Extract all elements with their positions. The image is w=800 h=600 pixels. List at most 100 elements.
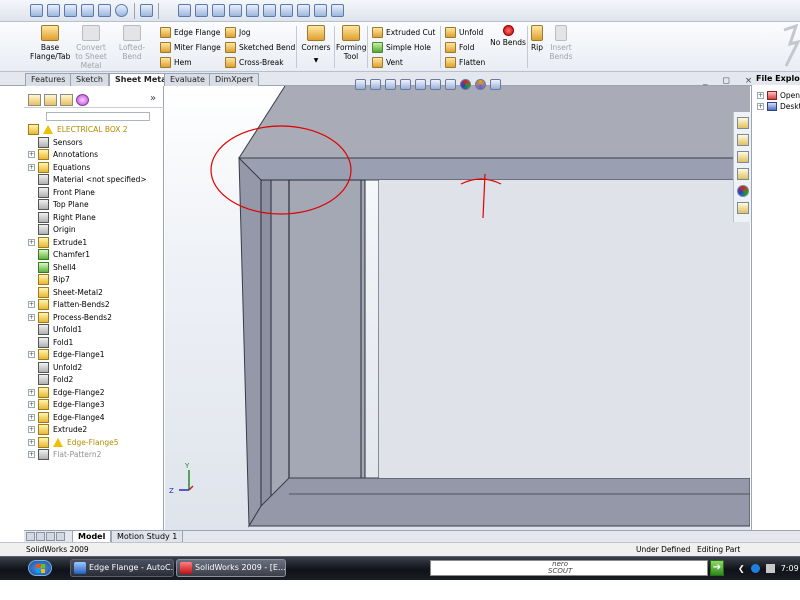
view-top-icon[interactable] <box>246 4 259 17</box>
view-back-icon[interactable] <box>195 4 208 17</box>
tree-item[interactable]: + Edge-Flange1 <box>28 349 104 361</box>
tree-item[interactable]: Right Plane <box>28 211 96 223</box>
tree-item[interactable]: Top Plane <box>28 199 89 211</box>
view-orientation-icon[interactable] <box>415 78 426 90</box>
tree-item[interactable]: + Extrude2 <box>28 424 87 436</box>
scene-icon[interactable] <box>475 78 486 90</box>
flatten-button[interactable]: Flatten <box>445 55 485 69</box>
edge-flange-button[interactable]: Edge Flange <box>160 25 220 39</box>
rip-button[interactable]: Rip <box>529 25 545 52</box>
hem-button[interactable]: Hem <box>160 55 192 69</box>
file-explorer-icon[interactable] <box>737 151 749 163</box>
expand-pane-icon[interactable]: » <box>150 93 156 104</box>
tree-item[interactable]: + Extrude1 <box>28 236 87 248</box>
last-tab-arrow-icon[interactable] <box>56 532 65 541</box>
tree-item[interactable]: Shell4 <box>28 261 76 273</box>
tab-evaluate[interactable]: Evaluate <box>164 73 211 86</box>
expand-icon[interactable]: + <box>28 301 35 308</box>
view-right-icon[interactable] <box>229 4 242 17</box>
tree-item[interactable]: Fold2 <box>28 374 73 386</box>
next-tab-arrow-icon[interactable] <box>46 532 55 541</box>
view-trimetric-icon[interactable] <box>297 4 310 17</box>
taskbar-autocad-button[interactable]: Edge Flange - AutoC... <box>70 559 174 577</box>
tab-dimxpert[interactable]: DimXpert <box>209 73 260 86</box>
options-icon[interactable] <box>64 4 77 17</box>
tree-item[interactable]: + Flatten-Bends2 <box>28 299 110 311</box>
tree-item[interactable]: + Edge-Flange5 <box>28 436 118 448</box>
corners-button[interactable]: Corners ▼ <box>300 25 332 65</box>
no-bends-button[interactable]: No Bends <box>488 25 528 47</box>
coordinate-icon[interactable] <box>140 4 153 17</box>
view-iso-icon[interactable] <box>280 4 293 17</box>
photoview-icon[interactable] <box>81 4 94 17</box>
simple-hole-button[interactable]: Simple Hole <box>372 40 431 54</box>
previous-view-icon[interactable] <box>385 78 396 90</box>
lofted-bend-button[interactable]: Lofted-Bend <box>110 25 154 61</box>
tab-sketch[interactable]: Sketch <box>70 73 109 86</box>
tree-item[interactable]: Unfold2 <box>28 361 82 373</box>
sphere-icon[interactable] <box>115 4 128 17</box>
tray-back-icon[interactable]: ❮ <box>738 564 745 573</box>
expand-icon[interactable]: + <box>28 163 35 171</box>
view-settings-icon[interactable] <box>490 78 501 90</box>
expand-icon[interactable]: + <box>757 92 764 99</box>
expand-icon[interactable]: + <box>28 401 35 408</box>
appearance-icon[interactable] <box>460 78 471 90</box>
tree-item[interactable]: + Process-Bends2 <box>28 311 112 323</box>
view-front-icon[interactable] <box>178 4 191 17</box>
tree-item[interactable]: Material <not specified> <box>28 174 147 186</box>
expand-icon[interactable]: + <box>28 351 35 358</box>
select-icon[interactable] <box>30 4 43 17</box>
tray-volume-icon[interactable] <box>765 563 775 573</box>
tree-item[interactable]: Unfold1 <box>28 324 82 336</box>
forming-tool-button[interactable]: Forming Tool <box>336 25 367 61</box>
convert-sheet-metal-button[interactable]: Convert to Sheet Metal <box>73 25 109 70</box>
feature-tree-filter[interactable] <box>46 112 150 121</box>
start-button[interactable] <box>28 560 52 576</box>
tree-item[interactable]: + Flat-Pattern2 <box>28 449 101 461</box>
zoom-to-fit-icon[interactable] <box>355 78 366 90</box>
insert-bends-button[interactable]: Insert Bends <box>546 25 576 61</box>
feature-manager-icon[interactable] <box>28 94 41 106</box>
custom-properties-icon[interactable] <box>737 202 749 214</box>
expand-icon[interactable]: + <box>28 413 35 421</box>
jog-button[interactable]: Jog <box>225 25 251 39</box>
file-explorer-item[interactable]: + Open <box>757 90 800 101</box>
tree-item[interactable]: Chamfer1 <box>28 249 90 261</box>
expand-icon[interactable]: + <box>757 103 764 110</box>
corners-dropdown-icon[interactable]: ▼ <box>300 56 332 65</box>
tree-item[interactable]: + Edge-Flange4 <box>28 411 104 423</box>
fold-button[interactable]: Fold <box>445 40 474 54</box>
tree-item[interactable]: Origin <box>28 224 76 236</box>
expand-icon[interactable]: + <box>28 151 35 158</box>
display-style-icon[interactable] <box>430 78 441 90</box>
taskbar-solidworks-button[interactable]: SolidWorks 2009 - [E... <box>176 559 286 577</box>
nero-go-button[interactable]: ➔ <box>710 560 724 576</box>
tree-root[interactable]: ELECTRICAL BOX 2 <box>28 123 128 135</box>
sketched-bend-button[interactable]: Sketched Bend <box>225 40 295 54</box>
resources-icon[interactable] <box>737 117 749 129</box>
cross-break-button[interactable]: Cross-Break <box>225 55 284 69</box>
tree-item[interactable]: Sensors <box>28 136 83 148</box>
tray-security-icon[interactable] <box>750 563 760 573</box>
section-view-icon[interactable] <box>400 78 411 90</box>
render-icon[interactable] <box>98 4 111 17</box>
model-view[interactable]: Y Z <box>165 86 750 530</box>
viewport-window-controls[interactable]: _ ◻ × <box>703 76 758 86</box>
vent-button[interactable]: Vent <box>372 55 403 69</box>
appearances-icon[interactable] <box>737 185 749 197</box>
expand-icon[interactable]: + <box>28 438 35 446</box>
tree-item[interactable]: Rip7 <box>28 274 70 286</box>
expand-icon[interactable]: + <box>28 238 35 246</box>
design-library-icon[interactable] <box>737 134 749 146</box>
dimxpert-manager-icon[interactable] <box>76 94 89 106</box>
property-manager-icon[interactable] <box>44 94 57 106</box>
base-flange-button[interactable]: Base Flange/Tab <box>30 25 70 61</box>
search-icon[interactable] <box>737 168 749 180</box>
unfold-button[interactable]: Unfold <box>445 25 483 39</box>
miter-flange-button[interactable]: Miter Flange <box>160 40 221 54</box>
zoom-area-icon[interactable] <box>370 78 381 90</box>
rebuild-icon[interactable] <box>47 4 60 17</box>
prev-tab-arrow-icon[interactable] <box>36 532 45 541</box>
expand-icon[interactable]: + <box>28 451 35 458</box>
